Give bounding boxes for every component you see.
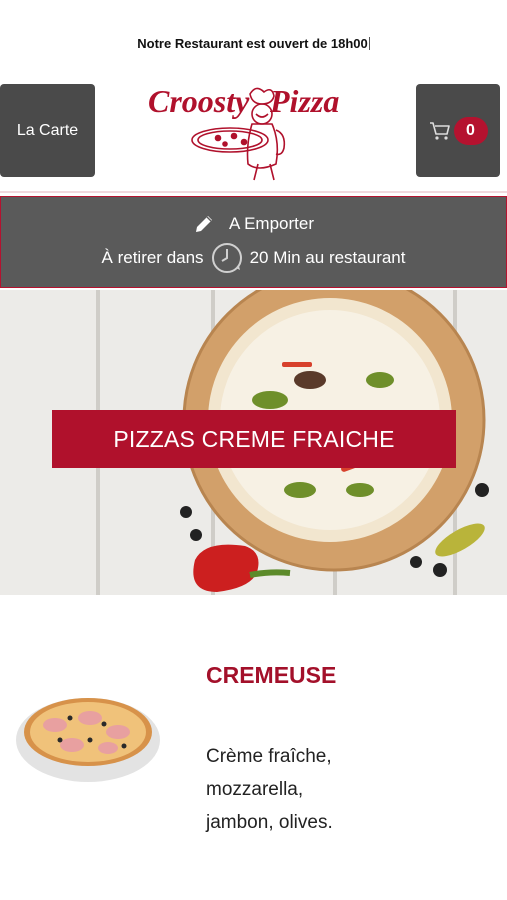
category-hero: PIZZAS CREME FRAICHE [0,290,507,595]
cart-button[interactable]: 0 [416,84,500,177]
menu-button[interactable]: La Carte [0,84,95,177]
menu-button-label: La Carte [16,121,79,139]
logo-text-croosty: Croosty [148,83,250,119]
product-image [0,660,180,795]
order-mode-panel[interactable]: A Emporter À retirer dans 20 Min au rest… [0,196,507,288]
order-mode-row: A Emporter [1,213,506,235]
text-caret [368,37,370,50]
category-title-banner[interactable]: PIZZAS CREME FRAICHE [52,410,456,468]
product-name: CREMEUSE [206,662,337,688]
logo-text-pizza: Pizza [269,83,339,119]
pickup-prefix: À retirer dans [101,248,204,267]
brand-logo[interactable]: Croosty Pizza [140,74,370,184]
product-description: Crème fraîche, mozzarella, jambon, olive… [206,746,333,833]
opening-hours-notice: Notre Restaurant est ouvert de 18h00 [0,36,507,51]
clock-icon [211,243,242,273]
order-mode-label: A Emporter [228,214,315,233]
pickup-suffix: 20 Min au restaurant [249,248,406,267]
cart-icon [429,121,450,140]
cart-count-badge: 0 [453,116,488,145]
header-divider [0,191,507,193]
product-item[interactable]: CREMEUSE Crème fraîche, mozzarella, jamb… [0,640,507,860]
category-title: PIZZAS CREME FRAICHE [113,425,395,452]
pickup-time-row: À retirer dans 20 Min au restaurant [1,241,506,275]
logo-graphic: Croosty Pizza [148,83,339,181]
pencil-icon [195,216,212,232]
opening-hours-text: Notre Restaurant est ouvert de 18h00 [137,36,368,51]
